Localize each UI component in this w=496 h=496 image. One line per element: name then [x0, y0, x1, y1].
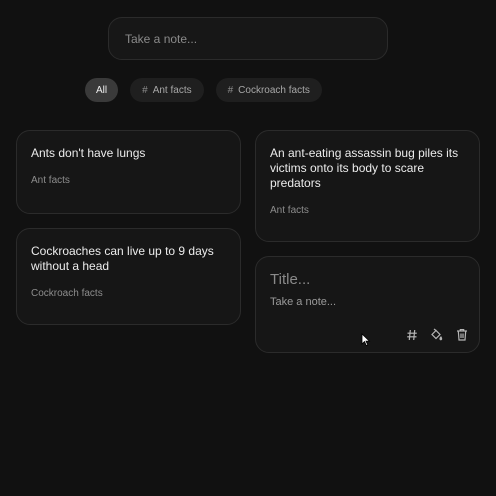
take-note-input[interactable] — [123, 30, 373, 47]
paint-bucket-icon[interactable] — [429, 327, 444, 342]
note-tag: Ant facts — [270, 205, 309, 216]
note-tag: Cockroach facts — [31, 288, 103, 299]
note-body-input[interactable]: Take a note... — [270, 296, 465, 308]
trash-icon[interactable] — [454, 327, 469, 342]
filter-chip-label: Ant facts — [152, 84, 192, 96]
note-card[interactable]: An ant-eating assassin bug piles its vic… — [255, 130, 480, 242]
note-tag: Ant facts — [31, 175, 70, 186]
note-title-input[interactable]: Title... — [270, 271, 465, 288]
note-editor-actions — [404, 327, 469, 342]
hash-icon: # — [142, 84, 148, 96]
note-card[interactable]: Ants don't have lungs Ant facts — [16, 130, 241, 214]
tag-filter-bar: All # Ant facts # Cockroach facts — [85, 78, 322, 102]
hash-icon: # — [227, 84, 234, 96]
filter-chip-all[interactable]: All — [85, 78, 119, 102]
filter-chip-label: Cockroach facts — [238, 84, 310, 96]
note-title: Cockroaches can live up to 9 days withou… — [31, 244, 214, 273]
note-title: An ant-eating assassin bug piles its vic… — [270, 146, 459, 190]
filter-chip-ant-facts[interactable]: # Ant facts — [130, 78, 204, 102]
filter-chip-cockroach-facts[interactable]: # Cockroach facts — [215, 78, 322, 102]
mouse-cursor-icon — [361, 333, 371, 347]
filter-chip-label: All — [96, 84, 108, 96]
take-note-bar[interactable] — [108, 17, 388, 60]
hash-icon[interactable] — [404, 327, 419, 342]
note-card[interactable]: Cockroaches can live up to 9 days withou… — [16, 228, 241, 325]
note-title: Ants don't have lungs — [31, 146, 146, 160]
